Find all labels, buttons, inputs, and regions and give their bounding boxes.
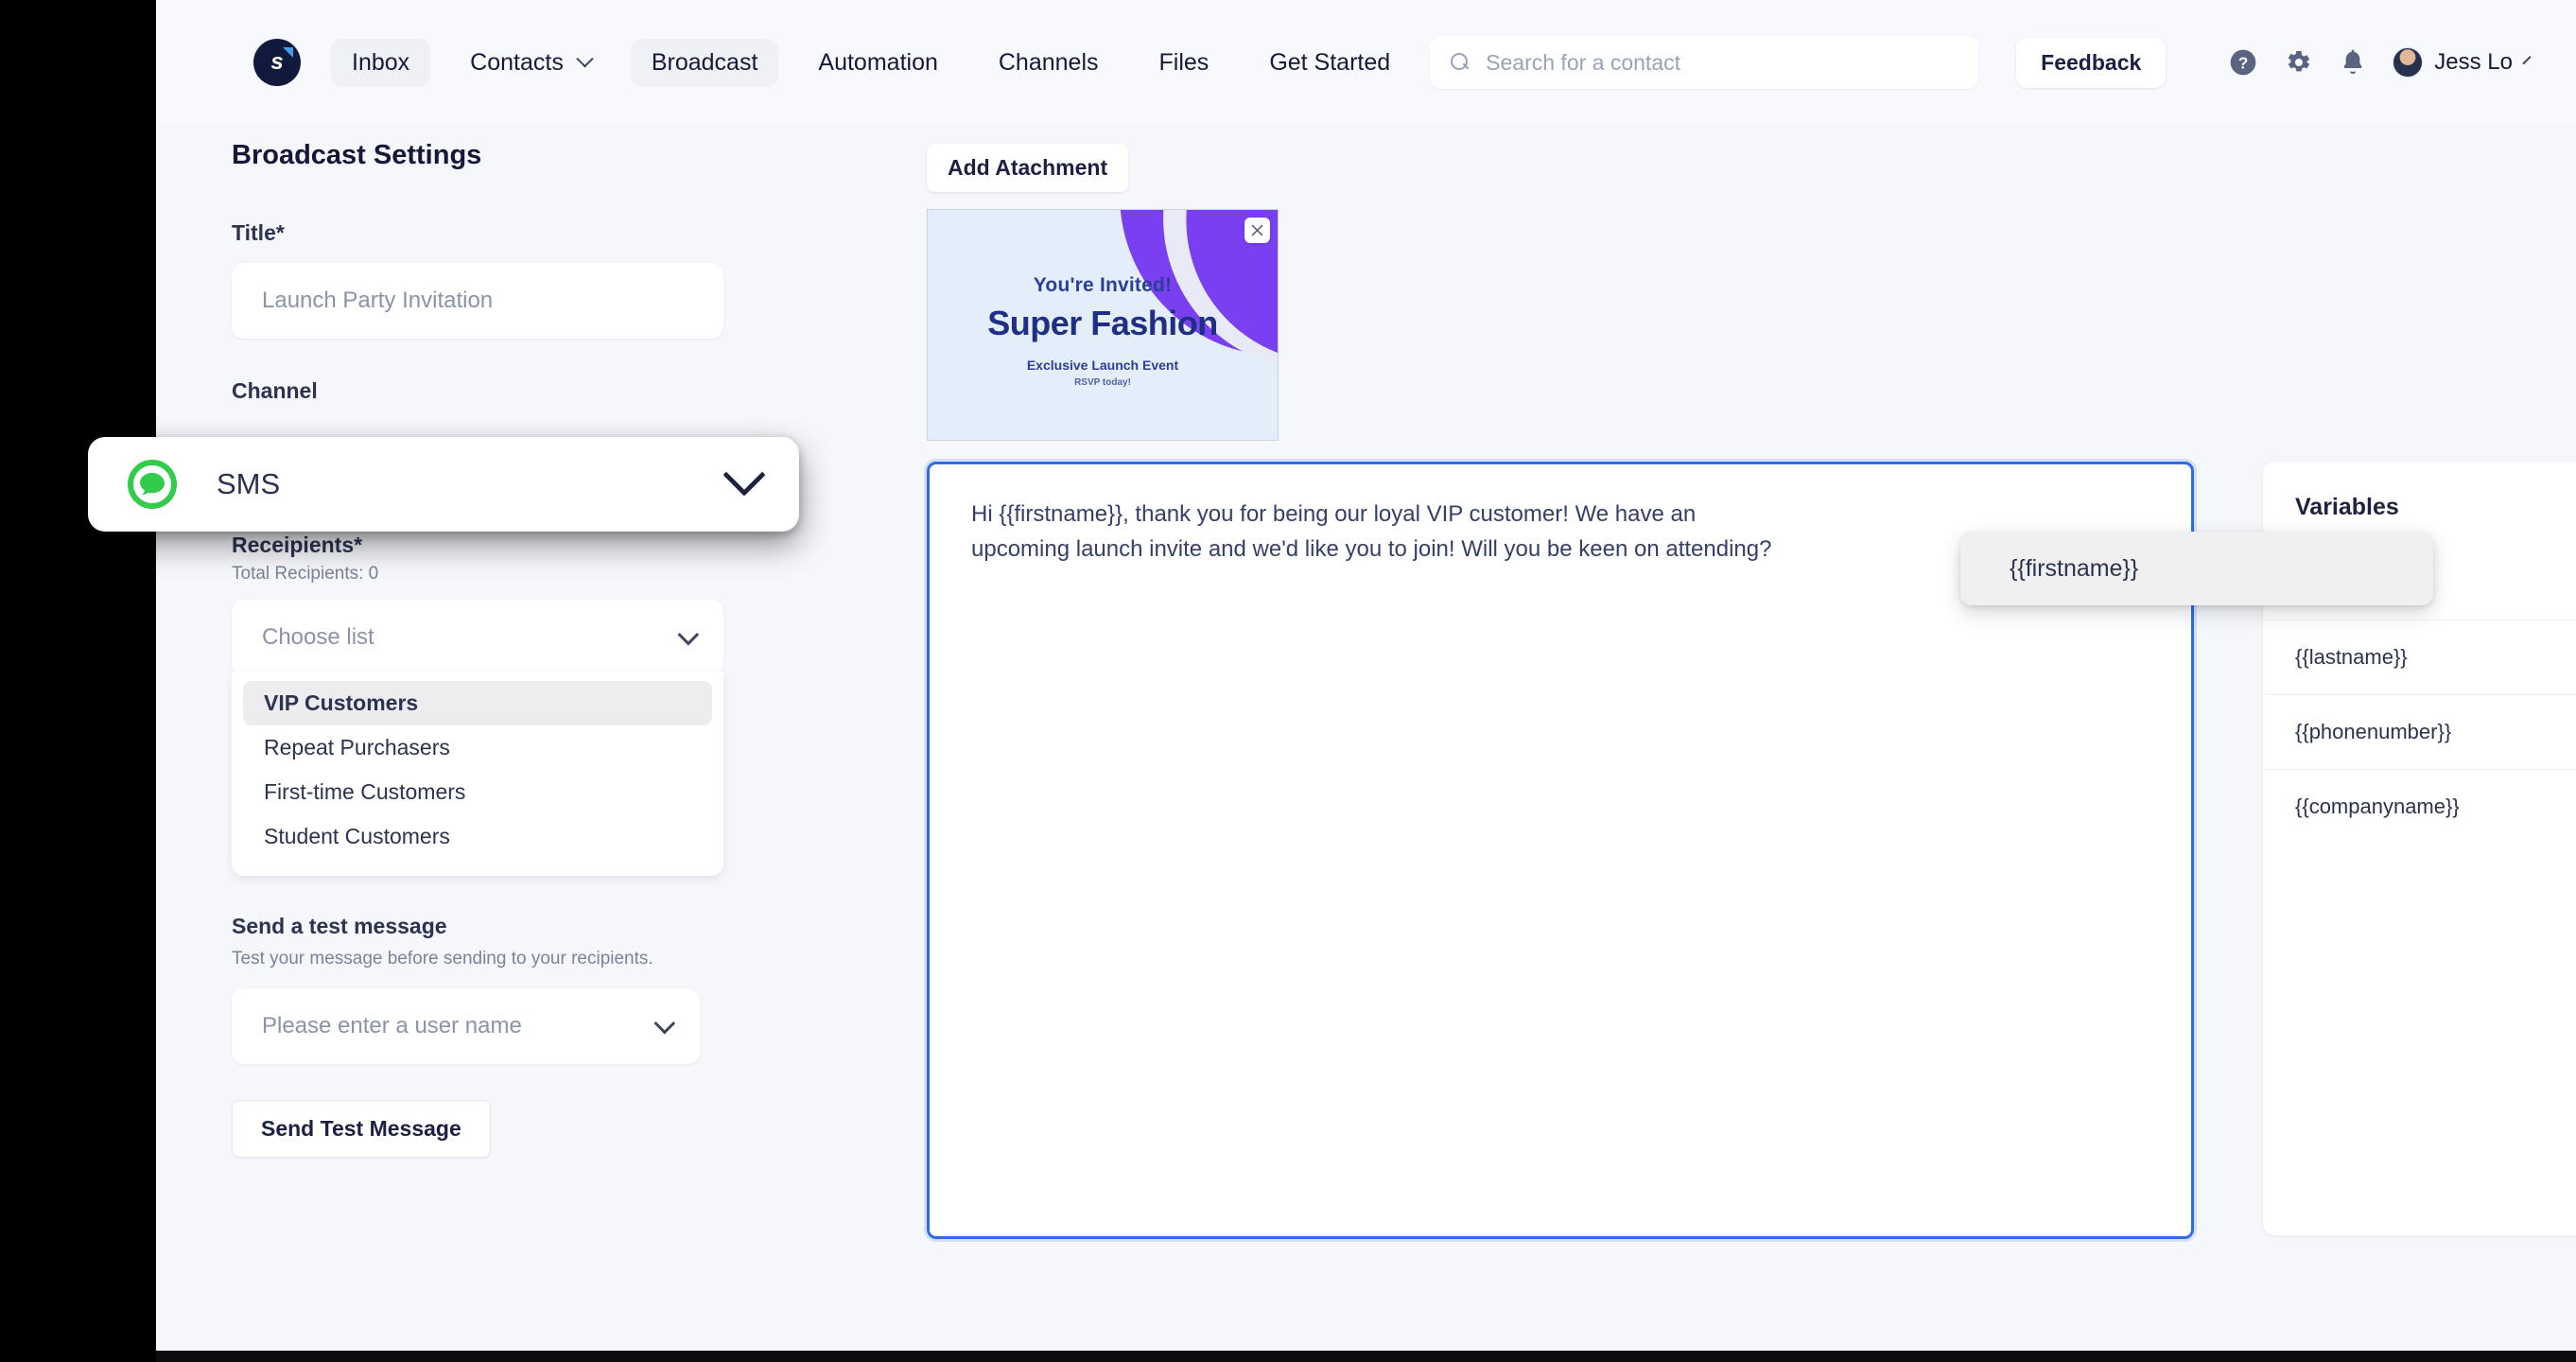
message-body-text: Hi {{firstname}}, thank you for being ou… xyxy=(971,501,1772,563)
recipients-total: Total Recipients: 0 xyxy=(232,564,379,584)
nav-item-label: Inbox xyxy=(352,48,410,76)
search-icon xyxy=(1451,52,1471,73)
invite-subtitle: Exclusive Launch Event xyxy=(1026,358,1179,373)
invite-rsvp: RSVP today! xyxy=(1074,377,1131,388)
chevron-down-icon[interactable] xyxy=(2522,55,2532,64)
top-navigation-bar: s Inbox Contacts Broadcast Automation Ch… xyxy=(156,0,2576,125)
send-test-message-button[interactable]: Send Test Message xyxy=(232,1100,491,1158)
nav-item-label: Broadcast xyxy=(651,48,758,76)
nav-item-label: Contacts xyxy=(470,48,564,76)
remove-attachment-button[interactable] xyxy=(1244,218,1270,243)
recipient-list-select[interactable]: Choose list xyxy=(232,600,723,675)
invite-eyebrow: You're Invited! xyxy=(1033,274,1173,296)
add-attachment-button[interactable]: Add Atachment xyxy=(927,144,1129,192)
test-message-subtext: Test your message before sending to your… xyxy=(232,949,653,969)
nav-item-automation[interactable]: Automation xyxy=(797,39,958,87)
test-message-heading: Send a test message xyxy=(232,914,447,938)
chevron-down-icon xyxy=(722,453,766,497)
title-input-placeholder: Launch Party Invitation xyxy=(262,288,494,313)
chevron-down-icon xyxy=(576,49,594,67)
list-item[interactable]: Repeat Purchasers xyxy=(243,725,712,770)
bottom-edge-strip xyxy=(156,1351,2576,1362)
test-user-select[interactable]: Please enter a user name xyxy=(232,988,700,1064)
nav-icon-group: ? xyxy=(2228,47,2424,78)
app-window: s Inbox Contacts Broadcast Automation Ch… xyxy=(156,0,2576,1351)
chevron-down-icon xyxy=(677,623,700,646)
chevron-down-icon xyxy=(653,1012,676,1035)
avatar[interactable] xyxy=(2393,47,2424,78)
user-name-label[interactable]: Jess Lo xyxy=(2434,49,2513,76)
list-item[interactable]: VIP Customers xyxy=(243,681,712,725)
channel-field-label: Channel xyxy=(232,378,318,403)
channel-select-value-magnified: SMS xyxy=(217,467,281,500)
recipient-list-dropdown: VIP Customers Repeat Purchasers First-ti… xyxy=(232,672,723,876)
logo-flag-icon xyxy=(283,47,293,58)
test-user-placeholder: Please enter a user name xyxy=(262,1013,522,1039)
feedback-button[interactable]: Feedback xyxy=(2016,37,2167,88)
nav-item-label: Automation xyxy=(818,48,938,76)
logo-letter: s xyxy=(270,49,284,75)
recipient-list-placeholder: Choose list xyxy=(262,624,374,650)
list-item[interactable]: Student Customers xyxy=(243,814,712,859)
page-title: Broadcast Settings xyxy=(232,140,482,170)
nav-item-broadcast[interactable]: Broadcast xyxy=(630,38,779,87)
screen-root: s Inbox Contacts Broadcast Automation Ch… xyxy=(0,0,2576,1362)
nav-item-label: Channels xyxy=(998,48,1099,76)
nav-item-channels[interactable]: Channels xyxy=(978,39,1120,87)
broadcast-settings-form: Broadcast Settings Title* Launch Party I… xyxy=(232,140,723,1158)
search-input[interactable]: Search for a contact xyxy=(1430,36,1979,89)
title-field-label: Title* xyxy=(232,220,285,245)
attachment-section: Add Atachment You're Invited! Super Fash… xyxy=(927,144,1279,441)
nav-links: Inbox Contacts Broadcast Automation Chan… xyxy=(331,38,1430,87)
nav-item-label: Get Started xyxy=(1269,48,1391,76)
invite-title: Super Fashion xyxy=(987,304,1218,342)
recipients-field-label: Receipients* xyxy=(232,533,363,557)
variable-item-firstname-magnified[interactable]: {{firstname}} xyxy=(1960,532,2433,605)
attachment-thumbnail[interactable]: You're Invited! Super Fashion Exclusive … xyxy=(927,209,1279,441)
gear-icon[interactable] xyxy=(2283,47,2313,78)
svg-text:?: ? xyxy=(2238,54,2249,73)
nav-item-contacts[interactable]: Contacts xyxy=(449,39,612,87)
app-logo[interactable]: s xyxy=(253,39,301,86)
help-icon[interactable]: ? xyxy=(2228,47,2258,78)
nav-item-get-started[interactable]: Get Started xyxy=(1248,39,1411,87)
nav-item-label: Files xyxy=(1158,48,1210,76)
sms-icon xyxy=(128,460,177,509)
variable-item-phonenumber[interactable]: {{phonenumber}} xyxy=(2263,694,2576,769)
title-input[interactable]: Launch Party Invitation xyxy=(232,263,723,339)
bell-icon[interactable] xyxy=(2338,47,2368,78)
list-item[interactable]: First-time Customers xyxy=(243,770,712,814)
attachment-card-content: You're Invited! Super Fashion Exclusive … xyxy=(928,210,1278,440)
search-placeholder: Search for a contact xyxy=(1486,49,1681,75)
channel-select-magnified[interactable]: SMS xyxy=(88,437,799,532)
variable-item-lastname[interactable]: {{lastname}} xyxy=(2263,620,2576,694)
nav-item-files[interactable]: Files xyxy=(1139,39,1230,87)
nav-item-inbox[interactable]: Inbox xyxy=(331,38,431,87)
variable-item-companyname[interactable]: {{companyname}} xyxy=(2263,769,2576,844)
